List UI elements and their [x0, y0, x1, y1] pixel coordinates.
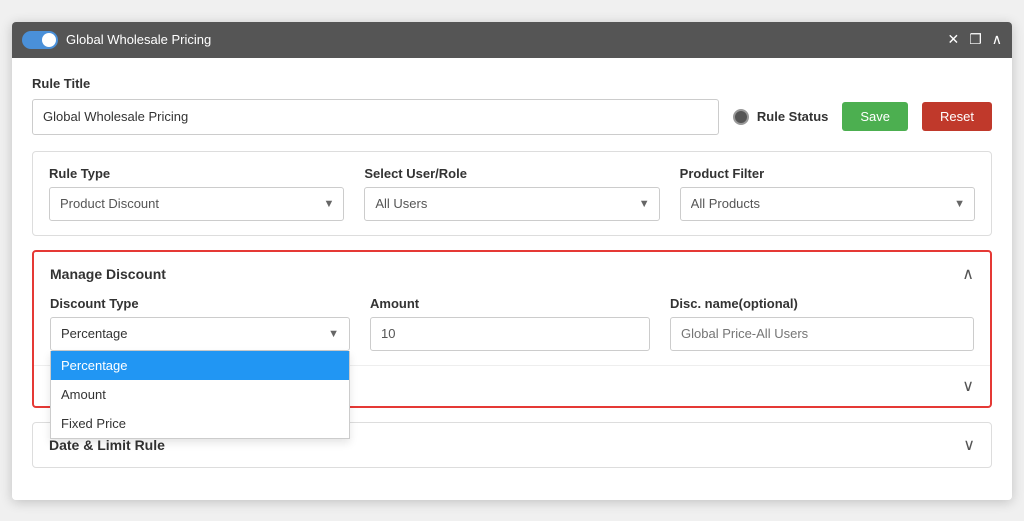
title-bar-left: Global Wholesale Pricing	[22, 31, 211, 49]
manage-discount-title: Manage Discount	[50, 266, 166, 282]
title-bar: Global Wholesale Pricing ✕ ❐ ∧	[12, 22, 1012, 58]
status-indicator	[733, 109, 749, 125]
rule-title-label: Rule Title	[32, 76, 992, 91]
rule-status-label: Rule Status	[757, 109, 829, 124]
date-limit-title: Date & Limit Rule	[49, 437, 165, 453]
title-bar-controls: ✕ ❐ ∧	[947, 31, 1002, 48]
manage-discount-chevron-icon: ∧	[962, 264, 974, 284]
dropdown-item-percentage[interactable]: Percentage	[51, 351, 349, 380]
rule-status-group: Rule Status	[733, 109, 829, 125]
user-role-label: Select User/Role	[364, 166, 659, 181]
rule-type-select[interactable]: Product Discount Cart Discount Bulk Pric…	[49, 187, 344, 221]
content-area: Rule Title Rule Status Save Reset Rule T…	[12, 58, 1012, 500]
window-title: Global Wholesale Pricing	[66, 32, 211, 47]
rule-type-row: Rule Type Product Discount Cart Discount…	[49, 166, 975, 221]
disc-name-label: Disc. name(optional)	[670, 296, 974, 311]
rule-type-card: Rule Type Product Discount Cart Discount…	[32, 151, 992, 236]
manage-discount-header[interactable]: Manage Discount ∧	[34, 252, 990, 296]
product-filter-select-wrap: All Products Category Based Product Base…	[680, 187, 975, 221]
amount-group: Amount	[370, 296, 650, 351]
discount-type-selected-value: Percentage	[61, 326, 128, 341]
product-filter-label: Product Filter	[680, 166, 975, 181]
dropdown-item-amount[interactable]: Amount	[51, 380, 349, 409]
manage-discount-section: Manage Discount ∧ Discount Type Percenta…	[32, 250, 992, 408]
discount-type-group: Discount Type Percentage ▼ Percentage Am…	[50, 296, 350, 351]
rule-type-group: Rule Type Product Discount Cart Discount…	[49, 166, 344, 221]
date-limit-chevron-icon: ∨	[963, 435, 975, 455]
disc-name-input[interactable]	[670, 317, 974, 351]
close-icon[interactable]: ✕	[947, 31, 959, 48]
product-filter-select[interactable]: All Products Category Based Product Base…	[680, 187, 975, 221]
dropdown-item-fixed-price[interactable]: Fixed Price	[51, 409, 349, 438]
user-role-group: Select User/Role All Users Wholesale Cus…	[364, 166, 659, 221]
main-window: Global Wholesale Pricing ✕ ❐ ∧ Rule Titl…	[12, 22, 1012, 500]
disc-name-group: Disc. name(optional)	[670, 296, 974, 351]
discount-type-display[interactable]: Percentage ▼	[50, 317, 350, 351]
discount-type-chevron-icon: ▼	[328, 328, 339, 340]
manage-discount-body: Discount Type Percentage ▼ Percentage Am…	[34, 296, 990, 365]
discount-fields-row: Discount Type Percentage ▼ Percentage Am…	[50, 296, 974, 351]
copy-icon[interactable]: ❐	[969, 31, 982, 48]
save-button[interactable]: Save	[842, 102, 908, 131]
discount-type-dropdown: Percentage Amount Fixed Price	[50, 351, 350, 439]
amount-label: Amount	[370, 296, 650, 311]
conditions-chevron-icon[interactable]: ∨	[962, 376, 974, 396]
rule-title-input[interactable]	[32, 99, 719, 135]
reset-button[interactable]: Reset	[922, 102, 992, 131]
amount-input[interactable]	[370, 317, 650, 351]
rule-type-select-wrap: Product Discount Cart Discount Bulk Pric…	[49, 187, 344, 221]
user-role-select-wrap: All Users Wholesale Customers Retail Cus…	[364, 187, 659, 221]
product-filter-group: Product Filter All Products Category Bas…	[680, 166, 975, 221]
discount-type-select-container: Percentage ▼ Percentage Amount Fixed Pri…	[50, 317, 350, 351]
collapse-icon[interactable]: ∧	[992, 31, 1002, 48]
discount-type-label: Discount Type	[50, 296, 350, 311]
rule-title-row: Rule Status Save Reset	[32, 99, 992, 135]
rule-type-label: Rule Type	[49, 166, 344, 181]
user-role-select[interactable]: All Users Wholesale Customers Retail Cus…	[364, 187, 659, 221]
title-toggle-switch[interactable]	[22, 31, 58, 49]
